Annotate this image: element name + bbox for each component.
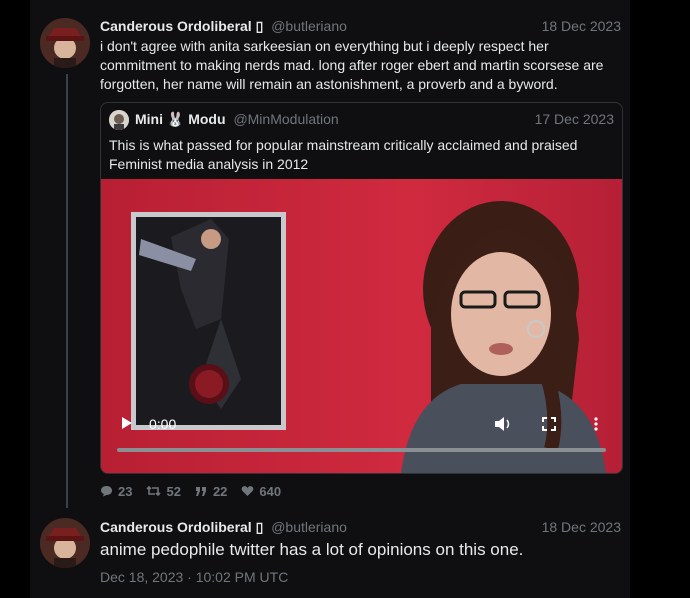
author-name-glyph: ▯ [255, 519, 264, 535]
tweet-text: anime pedophile twitter has a lot of opi… [100, 540, 524, 559]
quoted-author-name-2[interactable]: Modu [188, 111, 225, 127]
more-options-icon[interactable] [594, 417, 598, 434]
tweet-header: Canderous Ordoliberal ▯ @butleriano [100, 18, 347, 36]
heart-icon [241, 485, 254, 497]
video-time: 0:00 [149, 416, 177, 432]
avatar[interactable] [40, 518, 90, 568]
author-handle[interactable]: @butleriano [271, 519, 347, 535]
tweet-date[interactable]: 18 Dec 2023 [542, 18, 621, 34]
author-name[interactable]: Canderous Ordoliberal [100, 519, 252, 535]
quote-icon [195, 486, 208, 497]
speech-bubble-icon [100, 485, 113, 497]
author-handle[interactable]: @butleriano [271, 18, 347, 34]
quoted-header: Mini 🐰 Modu @MinModulation [135, 111, 339, 128]
tweet-text: i don't agree with anita sarkeesian on e… [100, 38, 604, 92]
thread-connector-line [66, 74, 68, 508]
reply-count[interactable]: 23 [100, 482, 132, 500]
fullscreen-icon[interactable] [542, 417, 556, 434]
tweet-timestamp[interactable]: Dec 18, 2023 · 10:02 PM UTC [100, 569, 288, 585]
volume-icon[interactable] [494, 416, 512, 435]
author-name[interactable]: Canderous Ordoliberal [100, 18, 252, 34]
quoted-date[interactable]: 17 Dec 2023 [535, 111, 614, 127]
quoted-text: This is what passed for popular mainstre… [109, 137, 578, 172]
tweet-stats: 23 52 22 640 [100, 482, 281, 500]
quote-count[interactable]: 22 [195, 482, 227, 500]
play-icon[interactable] [121, 416, 133, 433]
tweet-header: Canderous Ordoliberal ▯ @butleriano [100, 519, 347, 537]
author-name-glyph: ▯ [255, 18, 264, 34]
quoted-author-handle[interactable]: @MinModulation [233, 111, 338, 127]
quoted-tweet[interactable]: Mini 🐰 Modu @MinModulation 17 Dec 2023 T… [100, 102, 623, 474]
video-progress-bar[interactable] [117, 448, 606, 452]
retweet-count[interactable]: 52 [146, 482, 181, 500]
tweet-date[interactable]: 18 Dec 2023 [542, 519, 621, 535]
quoted-avatar[interactable] [109, 110, 129, 130]
quoted-author-name[interactable]: Mini [135, 111, 163, 127]
retweet-icon [146, 485, 162, 497]
avatar[interactable] [40, 18, 90, 68]
like-count[interactable]: 640 [241, 482, 281, 500]
quoted-author-emoji: 🐰 [166, 111, 185, 127]
